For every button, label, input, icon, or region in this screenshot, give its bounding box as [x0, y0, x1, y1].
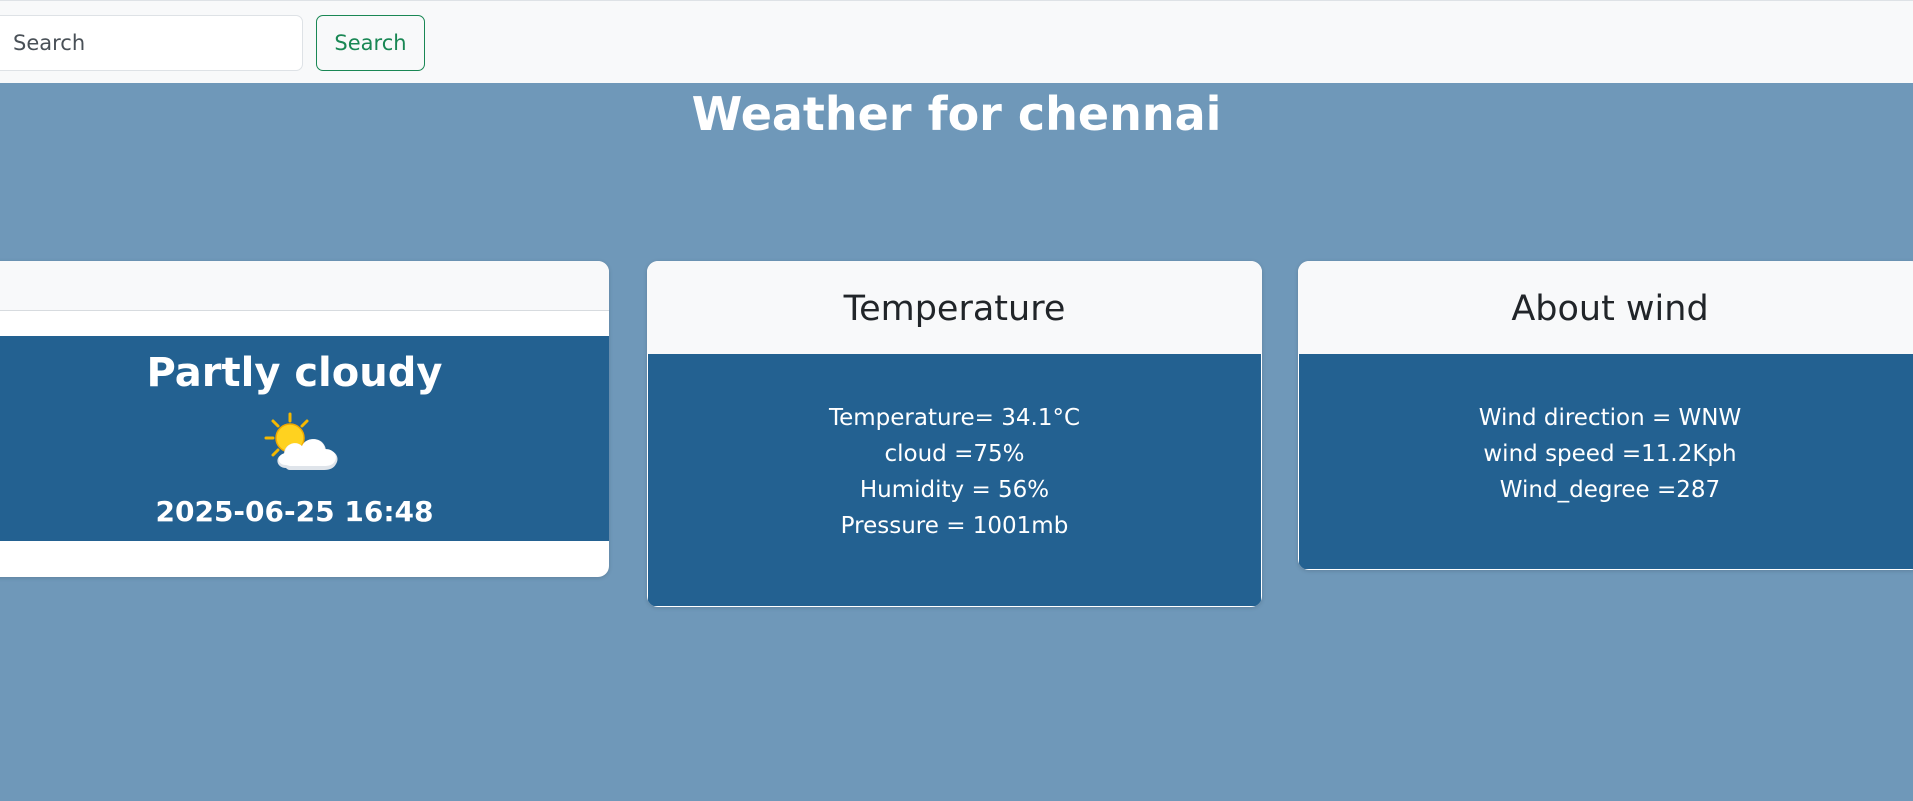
condition-card-body: Partly cloudy 2025-06-25 16:48 — [0, 336, 609, 541]
wind-speed-value: wind speed =11.2Kph — [1483, 441, 1737, 467]
temperature-card-title: Temperature — [647, 261, 1262, 354]
navbar: Search — [0, 0, 1913, 83]
wind-card-title: About wind — [1298, 261, 1913, 354]
condition-card: Partly cloudy 2025-06-25 16:48 — [0, 261, 609, 577]
search-input[interactable] — [0, 15, 303, 71]
humidity-value: Humidity = 56% — [859, 477, 1050, 503]
wind-card-body: Wind direction = WNW wind speed =11.2Kph… — [1299, 354, 1913, 569]
pressure-value: Pressure = 1001mb — [840, 513, 1069, 539]
wind-card: About wind Wind direction = WNW wind spe… — [1298, 261, 1913, 570]
local-time: 2025-06-25 16:48 — [155, 495, 434, 528]
search-button[interactable]: Search — [316, 15, 425, 71]
partly-cloudy-icon — [264, 412, 338, 470]
cloud-value: cloud =75% — [884, 441, 1025, 467]
temperature-value: Temperature= 34.1°C — [828, 405, 1081, 431]
temperature-card: Temperature Temperature= 34.1°C cloud =7… — [647, 261, 1262, 607]
wind-direction-value: Wind direction = WNW — [1478, 405, 1742, 431]
wind-degree-value: Wind_degree =287 — [1499, 477, 1721, 503]
page-title: Weather for chennai — [691, 87, 1222, 141]
condition-card-header — [0, 261, 609, 311]
condition-text: Partly cloudy — [146, 350, 443, 396]
temperature-card-body: Temperature= 34.1°C cloud =75% Humidity … — [648, 354, 1261, 606]
